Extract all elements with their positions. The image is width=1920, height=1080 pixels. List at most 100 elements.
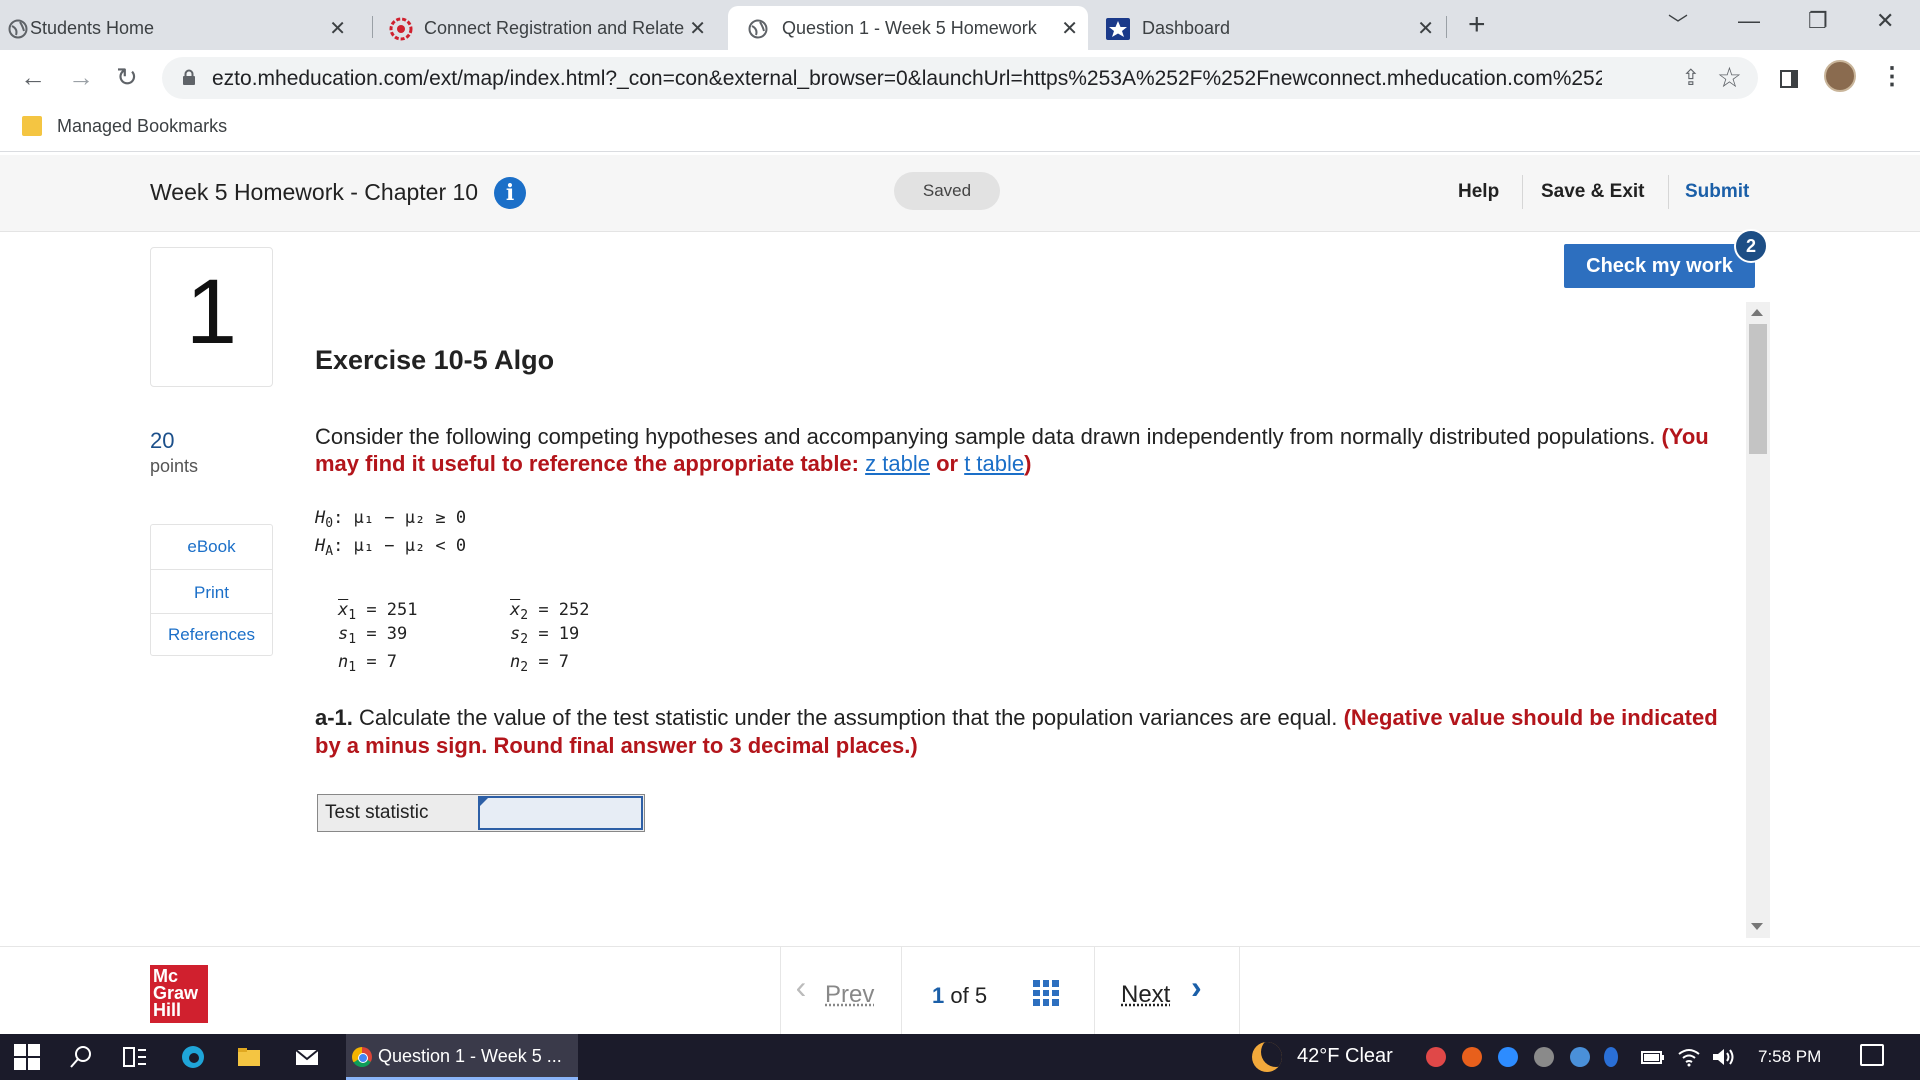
tab-students-home[interactable]: Students Home ✕ [0, 6, 356, 50]
side-panel-icon[interactable] [1780, 70, 1798, 88]
sample1-sd: s1 = 39 [338, 624, 408, 647]
or-text: or [936, 451, 959, 476]
edge-browser-icon[interactable] [180, 1044, 206, 1070]
input-flag-icon [480, 798, 488, 806]
search-icon[interactable] [68, 1044, 94, 1070]
browser-menu-icon[interactable]: ⋮ [1880, 62, 1904, 91]
tab-divider [1446, 16, 1447, 38]
alternative-hypothesis: HA: μ₁ − μ₂ < 0 [315, 536, 466, 559]
part-text: Calculate the value of the test statisti… [359, 705, 1338, 730]
ha-subscript: A [325, 544, 334, 559]
tab-search-chevron-icon[interactable]: ﹀ [1668, 8, 1688, 37]
zoom-icon[interactable] [1498, 1047, 1518, 1067]
help-button[interactable]: Help [1458, 181, 1499, 203]
save-exit-button[interactable]: Save & Exit [1541, 181, 1645, 203]
bookmark-star-icon[interactable]: ☆ [1717, 61, 1742, 94]
h0-label: H [315, 508, 326, 528]
print-link[interactable]: Print [151, 583, 272, 603]
new-tab-button[interactable]: + [1468, 10, 1486, 40]
page-indicator: 1 of 5 [932, 983, 987, 1009]
forward-arrow-icon[interactable]: → [68, 62, 94, 92]
address-bar[interactable]: ezto.mheducation.com/ext/map/index.html?… [162, 57, 1758, 99]
sample2-mean: x2 = 252 [510, 600, 590, 623]
header-divider [1522, 175, 1523, 209]
tray-app-icon[interactable] [1570, 1047, 1590, 1067]
restore-button[interactable]: ❐ [1808, 8, 1828, 34]
browser-tab-strip: Students Home ✕ Connect Registration and… [0, 0, 1920, 50]
sample2-sd-value: 19 [558, 624, 580, 644]
close-tab-icon[interactable]: ✕ [689, 16, 706, 41]
null-hypothesis: H0: μ₁ − μ₂ ≥ 0 [315, 508, 466, 531]
h0-subscript: 0 [325, 516, 334, 531]
references-link[interactable]: References [151, 625, 272, 645]
next-button[interactable]: Next › [1094, 947, 1240, 1035]
mail-icon[interactable] [294, 1044, 320, 1070]
tab-connect-registration[interactable]: Connect Registration and Related ✕ [380, 6, 716, 50]
tray-upload-icon[interactable] [1462, 1047, 1482, 1067]
notification-center-icon[interactable] [1860, 1044, 1884, 1066]
scroll-up-arrow-icon[interactable] [1751, 309, 1763, 316]
ebook-link[interactable]: eBook [151, 537, 272, 557]
close-tab-icon[interactable]: ✕ [1061, 16, 1078, 41]
tray-app-icon[interactable] [1426, 1047, 1446, 1067]
bluetooth-icon[interactable] [1604, 1047, 1618, 1067]
close-tab-icon[interactable]: ✕ [1417, 16, 1434, 41]
exercise-title: Exercise 10-5 Algo [315, 345, 555, 375]
folder-icon[interactable] [22, 116, 42, 136]
prev-label: Prev [825, 981, 875, 1008]
dashboard-star-icon [1106, 18, 1130, 40]
reload-icon[interactable]: ↻ [116, 62, 138, 92]
tab-dashboard[interactable]: Dashboard ✕ [1094, 6, 1444, 50]
question-prompt: Consider the following competing hypothe… [315, 423, 1715, 477]
volume-icon[interactable] [1710, 1044, 1736, 1070]
tab-question-1[interactable]: Question 1 - Week 5 Homework ✕ [728, 6, 1088, 50]
profile-avatar[interactable] [1824, 60, 1856, 92]
info-icon[interactable]: i [494, 177, 526, 209]
question-grid-icon[interactable] [1033, 980, 1059, 1006]
part-a1-question: a-1. Calculate the value of the test sta… [315, 704, 1725, 760]
submit-button[interactable]: Submit [1685, 181, 1749, 203]
sample1-mean-value: 251 [386, 600, 418, 620]
url-text[interactable]: ezto.mheducation.com/ext/map/index.html?… [212, 67, 1602, 91]
question-number-box: 1 [150, 247, 273, 387]
test-statistic-label: Test statistic [325, 802, 429, 823]
scrollbar-thumb[interactable] [1749, 324, 1767, 454]
check-attempts-badge: 2 [1734, 229, 1768, 263]
logo-line: Hill [153, 1000, 182, 1020]
chrome-icon [352, 1047, 372, 1067]
z-table-link[interactable]: z table [865, 451, 930, 476]
test-statistic-input[interactable] [478, 796, 643, 830]
table-hint-end: ) [1024, 451, 1032, 476]
onedrive-icon[interactable] [1534, 1047, 1554, 1067]
close-window-button[interactable]: ✕ [1876, 8, 1894, 34]
prev-button[interactable]: ‹ Prev [780, 947, 902, 1035]
header-divider [1668, 175, 1669, 209]
taskbar-active-window[interactable]: Question 1 - Week 5 ... [346, 1034, 578, 1080]
windows-start-icon[interactable] [14, 1044, 40, 1070]
moon-weather-icon[interactable] [1252, 1042, 1282, 1072]
t-table-link[interactable]: t table [964, 451, 1024, 476]
ha-expression: : μ₁ − μ₂ < 0 [333, 536, 467, 556]
scroll-down-arrow-icon[interactable] [1751, 923, 1763, 930]
points-label: points [150, 456, 199, 476]
share-icon[interactable]: ⇪ [1682, 65, 1700, 91]
close-tab-icon[interactable]: ✕ [329, 16, 346, 41]
system-clock[interactable]: 7:58 PM [1758, 1047, 1821, 1067]
weather-text[interactable]: 42°F Clear [1297, 1045, 1393, 1068]
points-value: 20 [150, 428, 175, 453]
lock-icon[interactable] [182, 69, 196, 85]
question-number: 1 [185, 261, 238, 363]
task-view-icon[interactable] [122, 1044, 148, 1070]
tab-title: Question 1 - Week 5 Homework [782, 17, 1037, 38]
minimize-button[interactable]: — [1738, 8, 1760, 34]
managed-bookmarks-folder[interactable]: Managed Bookmarks [57, 116, 227, 137]
wifi-icon[interactable] [1676, 1044, 1702, 1070]
bookmarks-bar: Managed Bookmarks [0, 106, 1920, 152]
back-arrow-icon[interactable]: ← [20, 62, 46, 92]
check-my-work-button[interactable]: Check my work [1564, 244, 1755, 288]
tab-title: Students Home [30, 17, 155, 38]
part-label: a-1. [315, 705, 353, 730]
battery-icon[interactable] [1640, 1044, 1666, 1070]
file-explorer-icon[interactable] [236, 1044, 262, 1070]
current-page: 1 [932, 983, 945, 1008]
